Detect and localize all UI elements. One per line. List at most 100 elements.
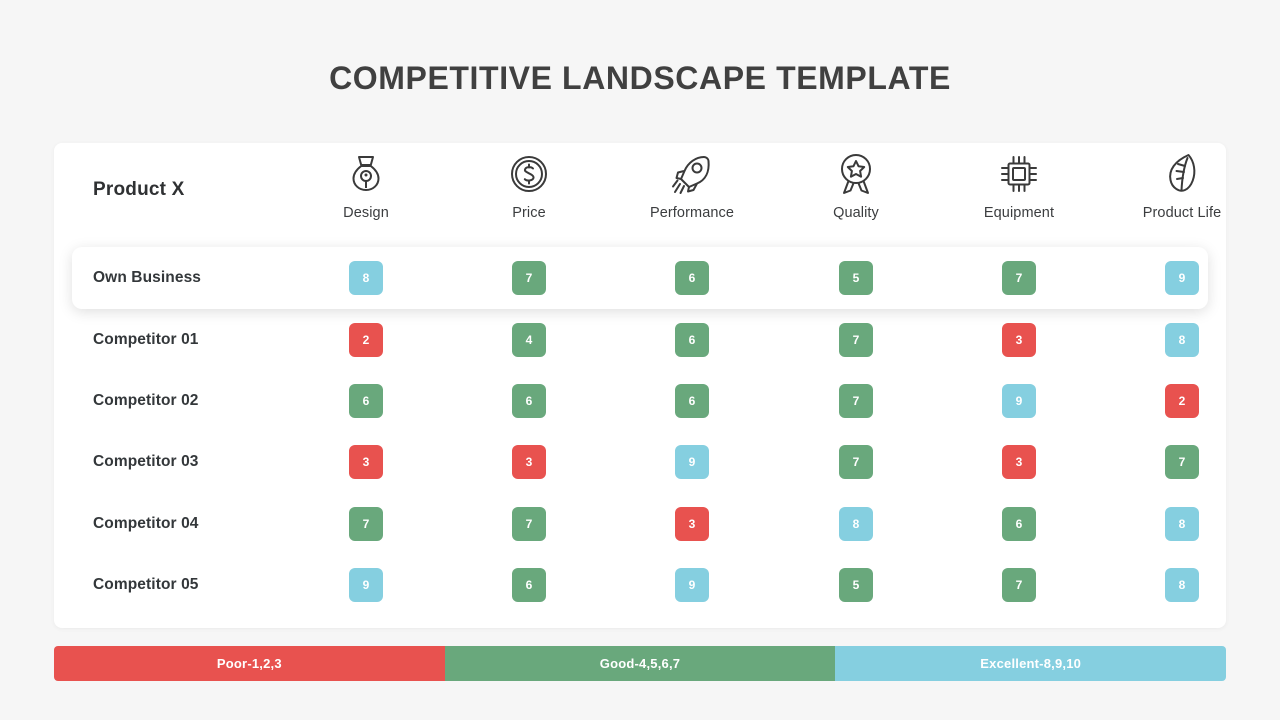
score-cell: 8 bbox=[781, 506, 931, 541]
score-badge[interactable]: 7 bbox=[839, 383, 873, 418]
legend-segment: Poor-1,2,3 bbox=[54, 646, 445, 681]
score-badge[interactable]: 3 bbox=[512, 444, 546, 479]
score-badge[interactable]: 7 bbox=[349, 506, 383, 541]
score-cell: 7 bbox=[454, 261, 604, 295]
score-cell: 3 bbox=[291, 444, 441, 479]
dollar-coin-icon bbox=[454, 151, 604, 197]
score-cell: 9 bbox=[291, 567, 441, 602]
score-cell: 7 bbox=[944, 261, 1094, 295]
score-badge[interactable]: 6 bbox=[675, 261, 709, 295]
score-cell: 8 bbox=[1107, 322, 1257, 357]
score-badge[interactable]: 2 bbox=[1165, 383, 1199, 418]
score-cell: 6 bbox=[291, 383, 441, 418]
score-cell: 7 bbox=[781, 383, 931, 418]
score-cell: 6 bbox=[454, 567, 604, 602]
score-badge[interactable]: 3 bbox=[349, 444, 383, 479]
score-badge[interactable]: 2 bbox=[349, 322, 383, 357]
score-cell: 7 bbox=[781, 444, 931, 479]
table-row[interactable]: Competitor 04 7 7 3 8 6 8 bbox=[54, 493, 1226, 554]
score-badge[interactable]: 9 bbox=[1002, 383, 1036, 418]
legend-segment: Excellent-8,9,10 bbox=[835, 646, 1226, 681]
score-legend: Poor-1,2,3 Good-4,5,6,7 Excellent-8,9,10 bbox=[54, 646, 1226, 681]
row-label: Own Business bbox=[93, 269, 202, 286]
column-label: Product Life bbox=[1142, 205, 1222, 221]
score-cell: 7 bbox=[781, 322, 931, 357]
score-badge[interactable]: 7 bbox=[1002, 261, 1036, 295]
column-label: Quality bbox=[833, 205, 879, 221]
comparison-board: Product X Design Price Performance Quali… bbox=[54, 143, 1226, 628]
score-badge[interactable]: 7 bbox=[839, 444, 873, 479]
score-badge[interactable]: 3 bbox=[675, 506, 709, 541]
score-badge[interactable]: 9 bbox=[675, 567, 709, 602]
table-row[interactable]: Competitor 05 9 6 9 5 7 8 bbox=[54, 554, 1226, 615]
score-badge[interactable]: 3 bbox=[1002, 322, 1036, 357]
score-cell: 3 bbox=[944, 444, 1094, 479]
page-title: COMPETITIVE LANDSCAPE TEMPLATE bbox=[329, 60, 951, 96]
score-cell: 5 bbox=[781, 261, 931, 295]
score-badge[interactable]: 9 bbox=[349, 567, 383, 602]
score-badge[interactable]: 6 bbox=[512, 567, 546, 602]
column-header-product-life: Product Life bbox=[1107, 151, 1257, 221]
score-badge[interactable]: 8 bbox=[1165, 567, 1199, 602]
cpu-chip-icon bbox=[944, 151, 1094, 197]
column-label: Performance bbox=[649, 205, 735, 221]
score-badge[interactable]: 8 bbox=[349, 261, 383, 295]
score-badge[interactable]: 7 bbox=[1002, 567, 1036, 602]
score-cell: 7 bbox=[291, 506, 441, 541]
score-badge[interactable]: 6 bbox=[675, 322, 709, 357]
score-cell: 9 bbox=[944, 383, 1094, 418]
score-cell: 3 bbox=[944, 322, 1094, 357]
score-badge[interactable]: 6 bbox=[1002, 506, 1036, 541]
score-cell: 8 bbox=[291, 261, 441, 295]
column-label: Price bbox=[512, 205, 546, 221]
table-header-row: Product X Design Price Performance Quali… bbox=[54, 143, 1226, 239]
pen-nib-icon bbox=[291, 151, 441, 197]
score-cell: 7 bbox=[454, 506, 604, 541]
table-row[interactable]: Own Business 8 7 6 5 7 9 bbox=[72, 247, 1208, 309]
rocket-icon bbox=[617, 151, 767, 197]
score-badge[interactable]: 3 bbox=[1002, 444, 1036, 479]
product-label: Product X bbox=[93, 179, 185, 200]
score-badge[interactable]: 9 bbox=[1165, 261, 1199, 295]
score-cell: 3 bbox=[454, 444, 604, 479]
column-header-performance: Performance bbox=[617, 151, 767, 221]
score-cell: 5 bbox=[781, 567, 931, 602]
row-label: Competitor 02 bbox=[93, 391, 199, 409]
score-badge[interactable]: 7 bbox=[512, 261, 546, 295]
score-badge[interactable]: 6 bbox=[349, 383, 383, 418]
score-cell: 9 bbox=[1107, 261, 1257, 295]
column-header-price: Price bbox=[454, 151, 604, 221]
score-cell: 4 bbox=[454, 322, 604, 357]
score-badge[interactable]: 4 bbox=[512, 322, 546, 357]
score-badge[interactable]: 7 bbox=[839, 322, 873, 357]
score-cell: 9 bbox=[617, 444, 767, 479]
score-badge[interactable]: 7 bbox=[1165, 444, 1199, 479]
column-header-design: Design bbox=[291, 151, 441, 221]
table-row[interactable]: Competitor 03 3 3 9 7 3 7 bbox=[54, 431, 1226, 492]
row-label: Competitor 04 bbox=[93, 514, 199, 532]
score-badge[interactable]: 6 bbox=[675, 383, 709, 418]
column-header-equipment: Equipment bbox=[944, 151, 1094, 221]
score-cell: 2 bbox=[1107, 383, 1257, 418]
score-cell: 8 bbox=[1107, 567, 1257, 602]
score-cell: 3 bbox=[617, 506, 767, 541]
column-label: Design bbox=[343, 205, 389, 221]
score-badge[interactable]: 8 bbox=[1165, 322, 1199, 357]
score-badge[interactable]: 5 bbox=[839, 261, 873, 295]
score-badge[interactable]: 8 bbox=[1165, 506, 1199, 541]
column-header-quality: Quality bbox=[781, 151, 931, 221]
table-row[interactable]: Competitor 02 6 6 6 7 9 2 bbox=[54, 370, 1226, 431]
score-badge[interactable]: 8 bbox=[839, 506, 873, 541]
score-badge[interactable]: 6 bbox=[512, 383, 546, 418]
award-ribbon-icon bbox=[781, 151, 931, 197]
score-badge[interactable]: 5 bbox=[839, 567, 873, 602]
table-row[interactable]: Competitor 01 2 4 6 7 3 8 bbox=[54, 309, 1226, 370]
score-cell: 6 bbox=[617, 261, 767, 295]
score-cell: 8 bbox=[1107, 506, 1257, 541]
row-label: Competitor 03 bbox=[93, 452, 199, 470]
row-label: Competitor 05 bbox=[93, 575, 199, 593]
score-badge[interactable]: 9 bbox=[675, 444, 709, 479]
leaf-icon bbox=[1107, 151, 1257, 197]
score-cell: 2 bbox=[291, 322, 441, 357]
score-badge[interactable]: 7 bbox=[512, 506, 546, 541]
